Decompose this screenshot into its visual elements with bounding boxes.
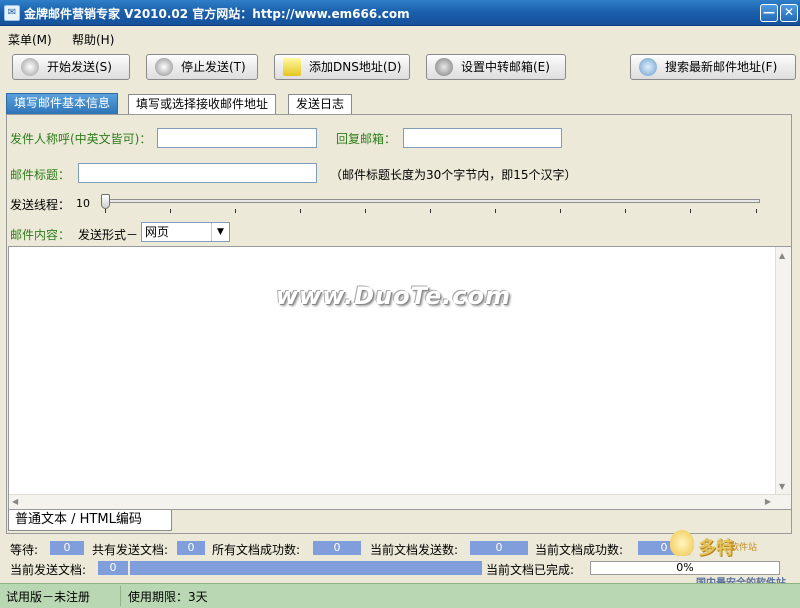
slider-tick xyxy=(430,209,431,213)
logo-name: 多特 xyxy=(698,538,734,559)
slider-tick xyxy=(235,209,236,213)
subject-hint: （邮件标题长度为30个字节内，即15个汉字） xyxy=(330,168,577,182)
set-relay-button[interactable]: 设置中转邮箱(E) xyxy=(426,54,566,80)
title-bar: ✉ 金牌邮件营销专家 V2010.02 官方网站：http://www.em66… xyxy=(0,0,800,26)
tab-editor-mode[interactable]: 普通文本 / HTML编码 xyxy=(8,510,172,531)
reply-email-input[interactable] xyxy=(403,128,562,148)
waiting-value: 0 xyxy=(50,541,84,555)
current-success-label: 当前文档成功数: xyxy=(535,543,624,557)
gear-icon xyxy=(435,58,453,76)
note-icon xyxy=(283,58,301,76)
threads-slider-track[interactable] xyxy=(104,199,760,203)
window-title: 金牌邮件营销专家 V2010.02 官方网站：http://www.em666.… xyxy=(24,7,410,21)
slider-tick xyxy=(625,209,626,213)
all-success-value: 0 xyxy=(313,541,361,555)
search-icon xyxy=(639,58,657,76)
menu-bar: 菜单(M) 帮助(H) xyxy=(0,27,800,49)
waiting-label: 等待: xyxy=(10,543,39,557)
subject-label: 邮件标题： xyxy=(10,168,71,182)
tab-basic-info[interactable]: 填写邮件基本信息 xyxy=(6,93,119,114)
total-docs-label: 共有发送文档: xyxy=(92,543,169,557)
watermark: www.DuoTe.com xyxy=(276,282,511,310)
current-sent-label: 当前文档发送数: xyxy=(370,543,459,557)
close-button[interactable]: ✕ xyxy=(780,4,798,22)
threads-label: 发送线程： xyxy=(10,198,71,212)
sender-name-input[interactable] xyxy=(157,128,317,148)
start-send-label: 开始发送(S) xyxy=(47,60,112,74)
search-emails-button[interactable]: 搜索最新邮件地址(F) xyxy=(630,54,796,80)
tab-recipients[interactable]: 填写或选择接收邮件地址 xyxy=(128,94,277,114)
add-dns-label: 添加DNS地址(D) xyxy=(309,60,402,74)
total-docs-value: 0 xyxy=(177,541,205,555)
slider-tick xyxy=(495,209,496,213)
slider-tick xyxy=(690,209,691,213)
status-bar: 试用版－未注册 使用期限：3天 xyxy=(0,583,800,608)
subject-input[interactable] xyxy=(78,163,317,183)
current-sent-value: 0 xyxy=(470,541,528,555)
set-relay-label: 设置中转邮箱(E) xyxy=(461,60,550,74)
current-doc-value: 0 xyxy=(98,561,128,575)
threads-value: 10 xyxy=(76,197,90,210)
slider-tick xyxy=(365,209,366,213)
reply-email-label: 回复邮箱： xyxy=(336,132,397,146)
current-done-label: 当前文档已完成: xyxy=(486,563,575,577)
sender-name-label: 发件人称呼(中英文皆可)： xyxy=(10,132,152,146)
play-icon xyxy=(21,58,39,76)
send-progress-bar xyxy=(130,561,482,575)
minimize-button[interactable]: — xyxy=(760,4,778,22)
slider-tick xyxy=(560,209,561,213)
content-label: 邮件内容： xyxy=(10,228,71,242)
send-mode-value: 网页 xyxy=(145,225,170,239)
stop-send-label: 停止发送(T) xyxy=(181,60,246,74)
scroll-right-icon[interactable]: ▶ xyxy=(765,497,771,506)
send-mode-select[interactable]: 网页 ▼ xyxy=(141,222,230,242)
add-dns-button[interactable]: 添加DNS地址(D) xyxy=(274,54,410,80)
current-doc-label: 当前发送文档: xyxy=(10,563,87,577)
editor-horizontal-scrollbar[interactable]: ◀ ▶ xyxy=(9,494,791,509)
threads-slider-thumb[interactable] xyxy=(101,194,110,209)
expiry-status: 使用期限：3天 xyxy=(128,590,208,604)
lightbulb-icon xyxy=(670,530,694,556)
slider-tick xyxy=(756,209,757,213)
search-emails-label: 搜索最新邮件地址(F) xyxy=(665,60,778,74)
all-success-label: 所有文档成功数: xyxy=(212,543,301,557)
editor-vertical-scrollbar[interactable]: ▲ ▼ xyxy=(775,247,791,509)
menu-help[interactable]: 帮助(H) xyxy=(72,31,114,48)
slider-tick xyxy=(105,209,106,213)
scroll-down-icon[interactable]: ▼ xyxy=(779,482,785,491)
stop-send-button[interactable]: 停止发送(T) xyxy=(146,54,258,80)
chevron-down-icon[interactable]: ▼ xyxy=(211,223,229,241)
slider-tick xyxy=(300,209,301,213)
logo-sub: 软件站 xyxy=(730,543,758,553)
tab-send-log[interactable]: 发送日志 xyxy=(288,94,353,114)
start-send-button[interactable]: 开始发送(S) xyxy=(12,54,130,80)
menu-file[interactable]: 菜单(M) xyxy=(8,31,52,48)
scroll-left-icon[interactable]: ◀ xyxy=(12,497,18,506)
send-mode-label: 发送形式－ xyxy=(78,228,139,242)
duote-logo: 多特 软件站 国内最安全的软件站 xyxy=(668,530,796,589)
license-status: 试用版－未注册 xyxy=(6,590,91,604)
scroll-up-icon[interactable]: ▲ xyxy=(779,251,785,260)
slider-tick xyxy=(170,209,171,213)
stop-icon xyxy=(155,58,173,76)
app-icon: ✉ xyxy=(4,5,20,21)
status-separator xyxy=(120,586,121,606)
